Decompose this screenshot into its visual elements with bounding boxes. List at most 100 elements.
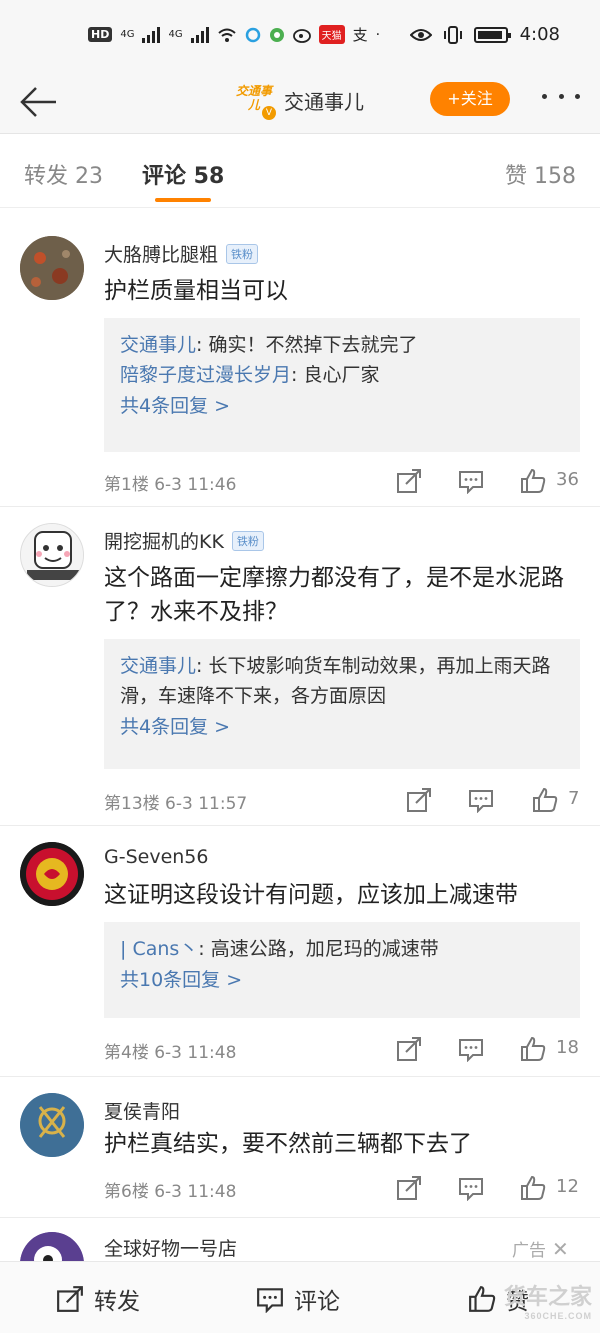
comment-meta: 第4楼 6-3 11:48 [104, 1043, 237, 1063]
share-icon[interactable] [396, 1175, 422, 1201]
status-bar: HD 4G 4G 天猫 支 · 4:08 [0, 0, 600, 70]
fan-badge: 铁粉 [231, 530, 264, 551]
comment-header: 開挖掘机的KK 铁粉 [104, 527, 264, 554]
reply-user[interactable]: 交通事儿 [120, 334, 196, 356]
ad-label: 广告 [512, 1241, 546, 1261]
signal-icon-2 [190, 26, 209, 43]
avatar[interactable] [20, 523, 84, 587]
club-crest-icon [20, 842, 84, 906]
comment-icon [257, 1288, 283, 1313]
like-icon[interactable] [520, 1036, 546, 1062]
like-count: 36 [556, 469, 579, 490]
like-icon[interactable] [532, 787, 558, 813]
comment-header: 全球好物一号店 [104, 1234, 237, 1261]
tab-likes[interactable]: 赞 158 [505, 158, 576, 190]
reply-box[interactable]: 交通事儿: 确实！不然掉下去就完了 陪黎子度过漫长岁月: 良心厂家 共4条回复 … [104, 318, 580, 452]
clock: 4:08 [519, 24, 560, 45]
reply-text: : 确实！不然掉下去就完了 [196, 334, 418, 356]
reply-box[interactable]: 交通事儿: 长下坡影响货车制动效果，再加上雨天路滑，车速降不下来，各方面原因 共… [104, 639, 580, 769]
more-replies-link[interactable]: 共4条回复 > [120, 390, 564, 422]
comment-label: 评论 [294, 1289, 340, 1315]
like-count: 7 [568, 788, 580, 809]
reply-box[interactable]: | Cans丶: 高速公路，加尼玛的减速带 共10条回复 > [104, 922, 580, 1018]
signal-4g-2: 4G [168, 29, 183, 40]
reply-line: 交通事儿: 长下坡影响货车制动效果，再加上雨天路滑，车速降不下来，各方面原因 [120, 651, 564, 711]
back-arrow-icon[interactable] [18, 82, 58, 122]
comment-icon[interactable] [458, 1036, 484, 1062]
wifi-icon [217, 28, 236, 42]
more-options-icon[interactable] [542, 90, 580, 102]
share-icon[interactable] [406, 787, 432, 813]
share-icon[interactable] [396, 1036, 422, 1062]
comment-text: 护栏质量相当可以 [104, 278, 288, 304]
alipay-icon: 支 [352, 26, 368, 44]
comment-actions: 36 [396, 466, 586, 496]
tab-bar: 转发 23 评论 58 赞 158 [0, 134, 600, 208]
signal-4g-1: 4G [120, 29, 135, 40]
comment-username[interactable]: 全球好物一号店 [104, 1234, 237, 1261]
like-icon [469, 1286, 496, 1312]
divider [0, 1217, 600, 1218]
account-logo: 交通事儿 V [234, 80, 276, 120]
watermark-sub: 360CHE.COM [524, 1311, 592, 1321]
signal-icon [142, 26, 161, 43]
reply-user[interactable]: | Cans丶 [120, 938, 198, 960]
like-icon[interactable] [520, 1175, 546, 1201]
hd-badge: HD [88, 27, 113, 42]
comment-icon[interactable] [468, 787, 494, 813]
avatar-image [21, 524, 83, 586]
repost-label: 转发 [94, 1289, 140, 1315]
eye-icon [409, 28, 432, 41]
account-header[interactable]: 交通事儿 V 交通事儿 [234, 80, 364, 120]
comment-username[interactable]: G-Seven56 [104, 846, 208, 868]
avatar[interactable] [20, 236, 84, 300]
comment-actions: 18 [396, 1034, 586, 1064]
tab-comments[interactable]: 评论 58 [142, 158, 224, 190]
app-icon-2 [269, 27, 284, 42]
tab-repost[interactable]: 转发 23 [24, 158, 103, 190]
comment-header: G-Seven56 [104, 846, 208, 868]
comment-text: 护栏真结实，要不然前三辆都下去了 [104, 1131, 472, 1157]
watermark-text: 货车之家 [503, 1284, 592, 1309]
comment-meta: 第6楼 6-3 11:48 [104, 1182, 237, 1202]
more-replies-link[interactable]: 共4条回复 > [120, 711, 564, 743]
comment-header: 夏侯青阳 [104, 1097, 180, 1124]
tab-active-indicator [155, 198, 211, 202]
repost-button[interactable]: 转发 [56, 1282, 140, 1316]
like-count: 12 [556, 1176, 579, 1197]
bottom-action-bar: 转发 评论 赞 货车之家 360CHE.COM [0, 1261, 600, 1333]
comment-username[interactable]: 夏侯青阳 [104, 1097, 180, 1124]
comment-button[interactable]: 评论 [256, 1282, 340, 1316]
avatar-image [20, 1093, 84, 1157]
avatar[interactable] [20, 1093, 84, 1157]
divider [0, 506, 600, 507]
comment-username[interactable]: 大胳膊比腿粗 [104, 240, 218, 267]
follow-button[interactable]: +关注 [430, 82, 510, 116]
comment-icon[interactable] [458, 1175, 484, 1201]
reply-user[interactable]: 陪黎子度过漫长岁月 [120, 364, 291, 386]
verified-icon: V [262, 106, 276, 120]
more-icon: · [375, 26, 381, 43]
avatar[interactable] [20, 842, 84, 906]
reply-text: : 高速公路，加尼玛的减速带 [198, 938, 439, 960]
comment-meta: 第13楼 6-3 11:57 [104, 794, 248, 814]
divider [0, 1076, 600, 1077]
watermark: 货车之家 360CHE.COM [504, 1279, 592, 1321]
avatar-image [20, 236, 84, 300]
reply-user[interactable]: 交通事儿 [120, 655, 196, 677]
status-left: HD 4G 4G 天猫 支 · [88, 24, 380, 45]
comment-username[interactable]: 開挖掘机的KK [104, 527, 224, 554]
close-icon[interactable]: ✕ [552, 1237, 569, 1261]
comment-icon[interactable] [458, 468, 484, 494]
like-icon[interactable] [520, 468, 546, 494]
reply-line: 交通事儿: 确实！不然掉下去就完了 [120, 330, 564, 360]
reply-text: : 良心厂家 [291, 364, 380, 386]
comment-header: 大胳膊比腿粗 铁粉 [104, 240, 259, 267]
divider [0, 825, 600, 826]
ad-label-row: 广告 ✕ [512, 1236, 569, 1262]
like-count: 18 [556, 1037, 579, 1058]
tmall-badge: 天猫 [318, 25, 345, 44]
share-icon[interactable] [396, 468, 422, 494]
more-replies-link[interactable]: 共10条回复 > [120, 964, 564, 996]
app-icon [245, 27, 260, 42]
